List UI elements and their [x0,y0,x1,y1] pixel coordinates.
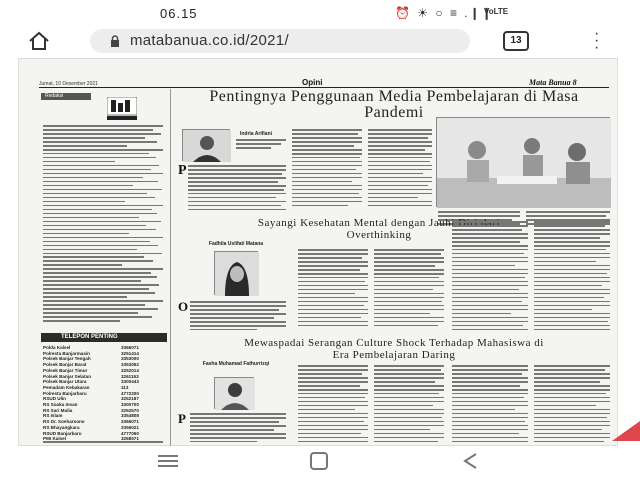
dropcap-letter: O [178,299,189,314]
redaksi-text [43,125,163,324]
article-body-col3 [374,249,444,329]
telepon-number: 3251414 [121,350,139,356]
recent-apps-icon[interactable] [158,454,178,468]
article-body-col3 [368,129,432,209]
telepon-name: RSUD Banjarbaru [43,430,82,436]
article-body-col2 [298,249,368,329]
telepon-number: 3252014 [121,367,139,373]
telepon-name: Polsek Banjar Tengah [43,356,91,362]
telepon-name: RSUD Ulin [43,396,66,402]
telepon-name: Polsek Banjar Selatan [43,373,92,379]
classroom-image [437,118,611,208]
newspaper-page[interactable]: Jumat, 10 Desember 2021 Opini Mata Banua… [18,58,618,446]
masthead-brand: Mata Banua 8 [529,78,577,87]
author-photo [214,251,259,296]
telepon-name: Polsek Banjar Utara [43,379,87,385]
telepon-number: 4772200 [121,390,139,396]
telepon-name: Polsek Banjar Barat [43,362,87,368]
article-body-col1 [190,301,286,333]
article-photo[interactable] [436,117,611,208]
telepon-name: Polsek Banjar Timur [43,367,88,373]
red-edge-mark [612,421,640,441]
opini-articles: Pentingnya Penggunaan Media Pembelajaran… [174,89,614,446]
article-body-col3 [374,365,444,445]
telepon-name: RS Dr. Soeharsono [43,419,85,425]
sidebar-column: Redaksi TELEPON PENTING Polda Kalsel 336… [39,89,171,446]
android-nav-bar [0,446,640,480]
address-bar[interactable]: matabanua.co.id/2021/ [90,29,470,53]
person-icon [183,130,231,162]
status-time: 06.15 [160,6,198,21]
telepon-number: 3366071 [121,419,139,425]
person-icon [215,252,259,296]
redaksi-label: Redaksi [41,93,91,100]
newspaper-logo [107,97,137,120]
home-button-icon[interactable] [310,452,328,470]
telepon-name: RS Islam [43,413,63,419]
dropcap-letter: P [178,411,186,426]
article-headline[interactable]: Mewaspadai Serangan Culture Shock Terhad… [244,337,544,361]
status-bar: 06.15 ⏰ ☀ ○ ≡ .❙❙ VoLTE [0,0,640,26]
telepon-number: 4777060 [121,430,139,436]
page-viewport[interactable]: Jumat, 10 Desember 2021 Opini Mata Banua… [0,56,640,446]
telepon-penting-header: TELEPON PENTING [41,333,167,342]
back-icon[interactable] [462,452,478,470]
lock-icon [111,35,119,47]
author-photo [214,377,255,410]
browser-toolbar: matabanua.co.id/2021/ 13 · · · [0,26,640,56]
dropcap-letter: P [178,163,187,178]
telepon-name: RS Suaka Insan [43,402,78,407]
author-name: Fadhila Uslifati Matana [208,241,264,247]
telepon-number: 3252187 [121,396,139,402]
footer-note [43,441,163,445]
article-body-col2 [298,365,368,445]
tab-switcher-button[interactable]: 13 [503,31,529,51]
url-text: matabanua.co.id/2021/ [130,32,289,49]
article-body-col5 [534,221,610,333]
telepon-name: Polresta Banjarbaru [43,390,87,396]
telepon-number: 3366071 [121,345,139,350]
home-icon[interactable] [28,31,50,51]
telepon-number: 3261153 [121,373,139,379]
person-icon [215,378,255,410]
telepon-number: 3300443 [121,379,139,385]
telepon-number: 3354808 [121,413,139,419]
telepon-name: Polresta Banjarmasin [43,350,90,356]
article-body-col1 [190,413,286,445]
telepon-number: 3353052 [121,362,139,368]
status-icons: ⏰ ☀ ○ ≡ .❙❙ [395,6,494,20]
article-body-col4 [452,221,528,333]
author-bio [236,139,286,151]
telepon-name: RS Sari Mulia [43,407,73,413]
telepon-name: Polda Kalsel [43,345,71,350]
article-body-col4 [452,365,528,445]
article-body-col5 [534,365,610,445]
telepon-number: 3300700 [121,402,139,407]
article-body-col2 [292,129,362,209]
telepon-name: RS Bhayangkara [43,424,80,430]
author-photo [182,129,231,162]
section-title: Opini [302,78,323,87]
telepon-number: 3353000 [121,356,139,362]
telepon-name: Pemadam Kebakaran [43,384,90,390]
network-indicator: VoLTE [484,7,509,16]
telepon-number: 113 [121,384,129,390]
article-body-col1 [188,165,286,213]
overflow-menu-icon[interactable]: · · · [594,26,604,56]
telepon-number: 3252570 [121,407,139,413]
author-name: Indria Arifiani [239,131,273,137]
author-name: Fasha Muhamad Fathurrizqi [202,361,270,367]
telepon-number: 3356021 [121,424,139,430]
